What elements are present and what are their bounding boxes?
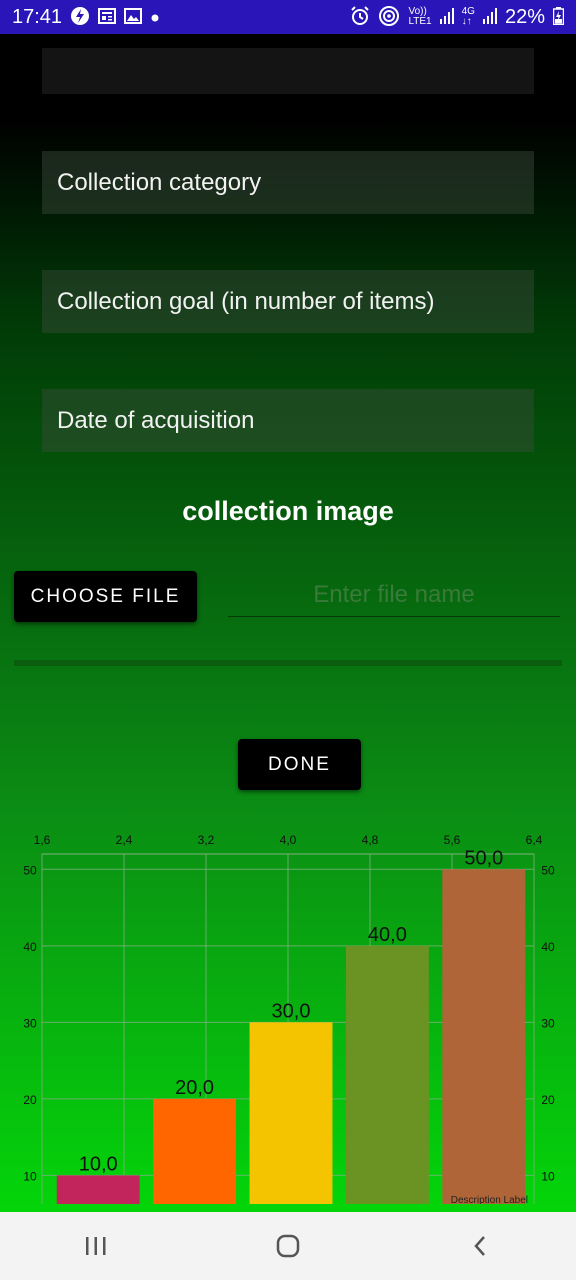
collection-goal-field[interactable]: Collection goal (in number of items) [42,270,534,333]
status-left: 17:41 [12,6,160,29]
file-name-input[interactable] [228,574,560,617]
hotspot-icon [378,5,400,30]
collection-image-title: collection image [182,496,394,526]
back-icon [474,1236,485,1256]
lte-text: LTE1 [408,16,432,27]
done-button[interactable]: DONE [238,739,361,790]
bar [249,1022,333,1204]
y-tick-label-right: 10 [541,1169,555,1183]
volte-indicator: Vo)) LTE1 [408,7,431,27]
bar-value-label: 10,0 [79,1153,118,1175]
bar-value-label: 30,0 [272,1000,311,1022]
bar [442,869,526,1204]
x-tick-label: 5,6 [444,833,461,847]
x-tick-label: 4,8 [362,833,379,847]
4g-arrows: ↓↑ [461,16,472,27]
bar-value-label: 50,0 [464,847,503,869]
gallery-icon [124,7,143,27]
y-tick-label-left: 40 [23,940,37,954]
power-saving-icon [70,6,90,29]
x-tick-label: 3,2 [198,833,215,847]
4g-indicator: 4G ↓↑ [462,7,475,27]
y-tick-label-left: 50 [23,863,37,877]
navigation-bar [0,1212,576,1280]
battery-percent: 22% [504,5,545,28]
collection-category-placeholder: Collection category [57,168,262,196]
recent-apps-icon [86,1237,106,1255]
bar-chart: 1,6 2,4 3,2 4,0 4,8 5,6 6,4 10 10 20 20 30 30 40 40 50 5… [23,833,555,1204]
alarm-icon [350,5,370,29]
choose-file-button[interactable]: CHOOSE FILE [14,571,197,622]
signal-icon-2 [482,7,497,27]
back-button[interactable] [450,1221,510,1271]
status-time: 17:41 [12,5,63,28]
notification-dot-icon [150,8,160,26]
signal-icon-1 [439,7,454,27]
y-tick-label-left: 10 [23,1169,37,1183]
home-button[interactable] [258,1221,318,1271]
home-icon [276,1234,300,1258]
news-icon [98,7,117,27]
acquisition-date-placeholder: Date of acquisition [57,406,255,434]
x-tick-label: 4,0 [280,833,297,847]
top-input-field[interactable] [42,48,534,94]
y-tick-label-right: 50 [541,863,555,877]
main-content: Collection category Collection goal (in … [0,34,576,1212]
bar [56,1175,140,1204]
y-tick-label-left: 30 [23,1016,37,1030]
bar-value-label: 20,0 [175,1077,214,1099]
x-tick-label: 1,6 [34,833,51,847]
bar-value-label: 40,0 [368,924,407,946]
x-tick-label: 2,4 [116,833,133,847]
y-tick-label-right: 30 [541,1016,555,1030]
y-tick-label-left: 20 [23,1093,37,1107]
battery-charging-icon [552,6,565,28]
x-tick-label: 6,4 [526,833,543,847]
y-tick-label-right: 20 [541,1093,555,1107]
collection-goal-placeholder: Collection goal (in number of items) [57,287,435,315]
acquisition-date-field[interactable]: Date of acquisition [42,389,534,452]
collection-category-field[interactable]: Collection category [42,151,534,214]
y-tick-label-right: 40 [541,940,555,954]
recent-apps-button[interactable] [66,1221,126,1271]
description-label: Description Label [451,1195,528,1204]
divider [14,660,562,666]
bar [153,1098,237,1204]
bar [345,945,429,1204]
status-bar: 17:41 Vo)) LTE1 4G ↓↑ 22% [0,0,576,34]
status-right: Vo)) LTE1 4G ↓↑ 22% [350,5,565,30]
